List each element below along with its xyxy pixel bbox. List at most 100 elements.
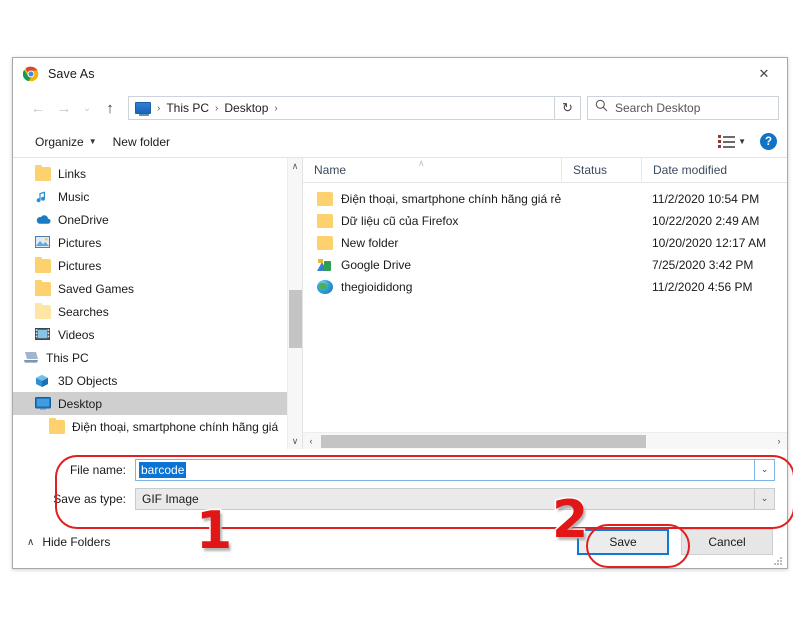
hide-folders-button[interactable]: ∧ Hide Folders <box>27 535 110 549</box>
3dobjects-icon <box>35 374 51 388</box>
scroll-left-icon[interactable]: ‹ <box>303 436 319 446</box>
tree-item-links[interactable]: Links <box>13 162 287 185</box>
tree-item-dien-thoai[interactable]: Điện thoại, smartphone chính hãng giá <box>13 415 287 438</box>
tree-scrollbar-track[interactable] <box>288 174 303 433</box>
hscrollbar-thumb[interactable] <box>321 435 646 448</box>
window-title: Save As <box>48 67 95 81</box>
tree-item-label: Desktop <box>58 397 102 411</box>
scroll-down-icon[interactable]: ∨ <box>288 433 303 449</box>
save-button[interactable]: Save <box>577 529 669 555</box>
column-date-label: Date modified <box>653 163 727 177</box>
tree-scrollbar-thumb[interactable] <box>289 290 302 348</box>
chevron-up-icon: ∧ <box>27 537 34 548</box>
file-list[interactable]: Điện thoại, smartphone chính hãng giá rẻ… <box>303 183 787 432</box>
file-name-label: Google Drive <box>341 258 411 272</box>
folder-icon <box>49 420 65 434</box>
file-list-pane: Name ∧ Status Date modified Điện tho <box>303 158 787 449</box>
resize-grip-icon[interactable] <box>774 555 784 565</box>
chevron-down-icon: ▼ <box>89 137 97 146</box>
file-name-label: Dữ liệu cũ của Firefox <box>341 214 458 228</box>
breadcrumb-desktop[interactable]: Desktop <box>221 101 271 115</box>
file-date-cell: 11/2/2020 4:56 PM <box>641 280 787 294</box>
tree-item-desktop[interactable]: Desktop <box>13 392 287 415</box>
file-row[interactable]: New folder 10/20/2020 12:17 AM <box>303 232 787 254</box>
close-icon[interactable]: ✕ <box>741 58 787 89</box>
dialog-footer: ∧ Hide Folders Save Cancel <box>13 516 787 568</box>
tree-item-music[interactable]: Music <box>13 185 287 208</box>
file-name-label: New folder <box>341 236 398 250</box>
tree-item-label: 3D Objects <box>58 374 117 388</box>
file-name-input[interactable]: barcode <box>135 459 755 481</box>
tree-item-label: Music <box>58 190 89 204</box>
breadcrumb-separator[interactable]: › <box>271 103 280 114</box>
forward-button[interactable]: → <box>51 95 77 121</box>
file-name-dropdown-icon[interactable]: ⌄ <box>755 459 775 481</box>
file-row[interactable]: thegioididong 11/2/2020 4:56 PM <box>303 276 787 298</box>
save-as-type-dropdown-icon[interactable]: ⌄ <box>755 488 775 510</box>
folder-icon <box>35 259 51 273</box>
file-row[interactable]: Điện thoại, smartphone chính hãng giá rẻ… <box>303 188 787 210</box>
tree-item-this-pc[interactable]: This PC <box>13 346 287 369</box>
help-icon[interactable]: ? <box>760 133 777 150</box>
tree-item-label: Pictures <box>58 236 101 250</box>
navigation-bar: ← → ⌄ ↑ › This PC › Desktop › ↻ <box>13 90 787 126</box>
column-header-date-modified[interactable]: Date modified <box>641 158 787 183</box>
scroll-right-icon[interactable]: › <box>771 436 787 446</box>
tree-item-saved-games[interactable]: Saved Games <box>13 277 287 300</box>
search-input[interactable]: Search Desktop <box>615 101 700 115</box>
chevron-down-icon: ▼ <box>738 137 746 146</box>
onedrive-icon <box>35 213 51 227</box>
tree-item-onedrive[interactable]: OneDrive <box>13 208 287 231</box>
column-status-label: Status <box>573 163 607 177</box>
tree-item-searches[interactable]: Searches <box>13 300 287 323</box>
search-box[interactable]: Search Desktop <box>587 96 779 120</box>
file-list-horizontal-scrollbar[interactable]: ‹ › <box>303 432 787 449</box>
breadcrumb-this-pc[interactable]: This PC <box>163 101 212 115</box>
hide-folders-label: Hide Folders <box>42 535 110 549</box>
thispc-icon <box>23 351 39 365</box>
search-icon <box>595 99 608 117</box>
file-row[interactable]: Google Drive 7/25/2020 3:42 PM <box>303 254 787 276</box>
cancel-button[interactable]: Cancel <box>681 529 773 555</box>
breadcrumb-separator: › <box>212 103 221 114</box>
tree-item-videos[interactable]: Videos <box>13 323 287 346</box>
file-date-cell: 11/2/2020 10:54 PM <box>641 192 787 206</box>
tree-item-label: Saved Games <box>58 282 134 296</box>
tree-item-pictures-folder[interactable]: Pictures <box>13 254 287 277</box>
file-name-label: thegioididong <box>341 280 412 294</box>
navigation-pane: Links Music OneDrive <box>13 158 303 449</box>
address-bar[interactable]: › This PC › Desktop › <box>128 96 555 120</box>
desktop-icon <box>35 397 51 411</box>
file-name-row: File name: barcode ⌄ <box>25 458 775 481</box>
globe-shortcut-icon <box>317 280 333 294</box>
hscrollbar-track[interactable] <box>319 433 771 450</box>
organize-button[interactable]: Organize ▼ <box>27 132 105 152</box>
tree-item-pictures-library[interactable]: Pictures <box>13 231 287 254</box>
folder-icon <box>317 214 333 228</box>
tree-scrollbar[interactable]: ∧ ∨ <box>287 158 302 449</box>
new-folder-button[interactable]: New folder <box>105 132 178 152</box>
column-header-status[interactable]: Status <box>561 158 641 183</box>
tree-item-label: Links <box>58 167 86 181</box>
tree-item-label: This PC <box>46 351 89 365</box>
column-header-name[interactable]: Name ∧ <box>303 158 561 183</box>
view-list-icon <box>718 135 735 148</box>
file-name-label: Điện thoại, smartphone chính hãng giá rẻ… <box>341 192 561 206</box>
recent-locations-button[interactable]: ⌄ <box>77 95 97 121</box>
refresh-icon[interactable]: ↻ <box>555 96 581 120</box>
change-view-button[interactable]: ▼ <box>714 132 750 151</box>
organize-label: Organize <box>35 135 84 149</box>
save-as-type-select[interactable]: GIF Image <box>135 488 755 510</box>
save-as-type-row: Save as type: GIF Image ⌄ <box>25 487 775 510</box>
save-as-dialog: Save As ✕ ← → ⌄ ↑ › This PC › Desktop › … <box>12 57 788 569</box>
up-button[interactable]: ↑ <box>97 95 123 121</box>
file-name-cell: New folder <box>303 236 561 250</box>
file-row[interactable]: Dữ liệu cũ của Firefox 10/22/2020 2:49 A… <box>303 210 787 232</box>
footer-buttons: Save Cancel <box>577 529 773 555</box>
folder-tree[interactable]: Links Music OneDrive <box>13 158 287 449</box>
scroll-up-icon[interactable]: ∧ <box>288 158 303 174</box>
file-name-value: barcode <box>139 462 186 478</box>
tree-item-3d-objects[interactable]: 3D Objects <box>13 369 287 392</box>
file-name-cell: Điện thoại, smartphone chính hãng giá rẻ… <box>303 192 561 206</box>
back-button[interactable]: ← <box>25 95 51 121</box>
